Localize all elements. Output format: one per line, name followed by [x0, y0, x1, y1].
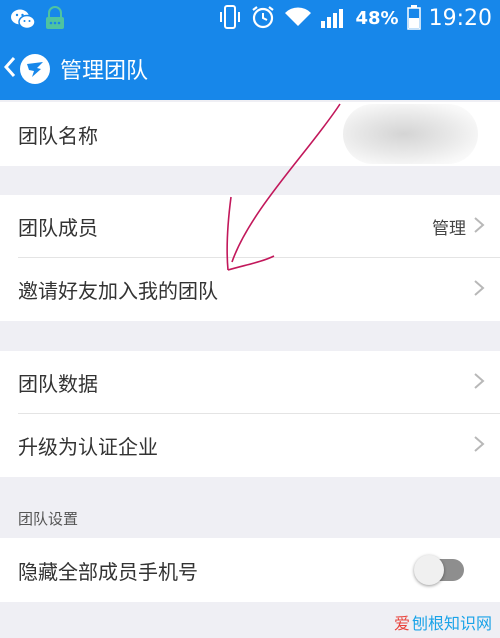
status-bar-left [10, 6, 66, 36]
vibrate-icon [218, 4, 242, 34]
signal-icon [320, 5, 348, 33]
chevron-right-icon [472, 371, 486, 395]
team-data-label: 团队数据 [18, 372, 98, 396]
team-name-value-redacted [343, 104, 478, 164]
alarm-icon [250, 4, 276, 34]
dingtalk-logo-icon [20, 53, 50, 84]
clock-time: 19:20 [428, 6, 492, 31]
team-name-row[interactable]: 团队名称 [0, 102, 500, 166]
wechat-icon [10, 8, 36, 34]
team-members-label: 团队成员 [18, 216, 98, 240]
invite-friends-label: 邀请好友加入我的团队 [18, 279, 218, 303]
upgrade-enterprise-row[interactable]: 升级为认证企业 [0, 414, 500, 477]
battery-icon [406, 4, 421, 34]
hide-phone-row: 隐藏全部成员手机号 [0, 538, 500, 602]
back-button[interactable] [0, 37, 50, 100]
wifi-icon [284, 6, 312, 32]
chevron-right-icon [472, 278, 486, 302]
team-settings-section-title: 团队设置 [18, 510, 79, 528]
notification-icon [44, 6, 66, 36]
chevron-right-icon [472, 215, 486, 239]
watermark-text-a: 爱 [393, 614, 410, 633]
page-title: 管理团队 [60, 58, 149, 84]
upgrade-enterprise-label: 升级为认证企业 [18, 435, 158, 459]
battery-percent: 48% [355, 8, 399, 29]
invite-friends-row[interactable]: 邀请好友加入我的团队 [0, 258, 500, 321]
team-data-row[interactable]: 团队数据 [0, 351, 500, 414]
watermark: 爱 刨根知识网 [394, 610, 492, 634]
manage-link[interactable]: 管理 [432, 214, 466, 239]
app-bar: 管理团队 [0, 37, 500, 100]
hide-phone-toggle[interactable] [414, 555, 464, 585]
chevron-left-icon [3, 56, 16, 82]
toggle-knob [414, 555, 444, 585]
watermark-text-b: 刨根知识网 [411, 614, 492, 633]
status-bar-right: 48% 19:20 [218, 0, 492, 37]
team-members-row[interactable]: 团队成员 管理 [0, 195, 500, 258]
status-bar: 48% 19:20 [0, 0, 500, 37]
chevron-right-icon [472, 434, 486, 458]
